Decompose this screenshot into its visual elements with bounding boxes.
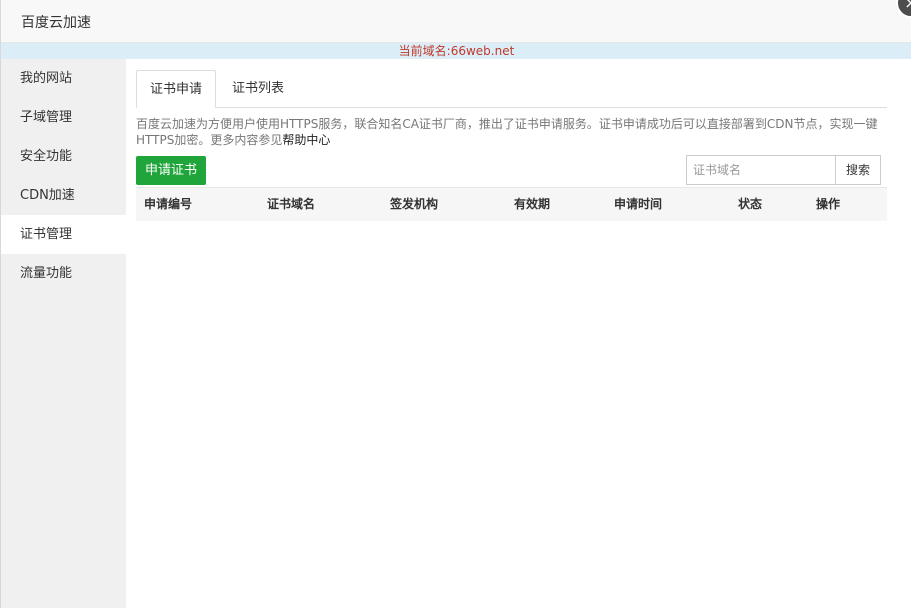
main-content: 证书申请 证书列表 百度云加速为方便用户使用HTTPS服务，联合知名CA证书厂商…	[136, 70, 887, 221]
sidebar-item-certificates[interactable]: 证书管理	[1, 215, 126, 254]
tab-certificate-list[interactable]: 证书列表	[216, 70, 300, 107]
table-header: 申请编号 证书域名 签发机构 有效期 申请时间 状态 操作	[136, 187, 887, 221]
sidebar-item-label: 证书管理	[20, 227, 73, 242]
description-text: 百度云加速为方便用户使用HTTPS服务，联合知名CA证书厂商，推出了证书申请服务…	[136, 116, 887, 148]
sidebar-item-label: 子域管理	[20, 110, 73, 125]
column-header-validity: 有效期	[514, 197, 551, 211]
sidebar-item-cdn[interactable]: CDN加速	[1, 176, 126, 215]
window-title: 百度云加速	[21, 15, 91, 31]
sidebar-item-label: 安全功能	[20, 149, 73, 164]
tab-bar: 证书申请 证书列表	[136, 70, 887, 108]
sidebar-item-label: 我的网站	[20, 71, 73, 86]
sidebar-item-label: 流量功能	[20, 266, 73, 281]
tab-certificate-apply[interactable]: 证书申请	[136, 70, 216, 108]
sidebar-item-label: CDN加速	[20, 188, 75, 203]
sidebar-item-security[interactable]: 安全功能	[1, 137, 126, 176]
apply-certificate-button[interactable]: 申请证书	[136, 156, 206, 185]
title-bar: 百度云加速	[1, 0, 911, 43]
column-header-certificate-domain: 证书域名	[267, 197, 316, 211]
certificate-domain-search-input[interactable]	[686, 155, 836, 185]
current-domain-text: 当前域名:66web.net	[398, 44, 515, 58]
sidebar: 我的网站 子域管理 安全功能 CDN加速 证书管理 流量功能	[1, 59, 126, 608]
column-header-application-id: 申请编号	[144, 197, 193, 211]
sidebar-item-traffic[interactable]: 流量功能	[1, 254, 126, 293]
sidebar-item-my-sites[interactable]: 我的网站	[1, 59, 126, 98]
sidebar-item-subdomains[interactable]: 子域管理	[1, 98, 126, 137]
current-domain-bar: 当前域名:66web.net	[1, 43, 911, 59]
search-button[interactable]: 搜索	[835, 155, 881, 185]
column-header-issuer: 签发机构	[390, 197, 439, 211]
help-center-link[interactable]: 帮助中心	[282, 133, 330, 147]
column-header-status: 状态	[738, 197, 763, 211]
dialog-window: 百度云加速 × 当前域名:66web.net 我的网站 子域管理 安全功能 CD…	[0, 0, 911, 608]
column-header-apply-time: 申请时间	[614, 197, 663, 211]
column-header-actions: 操作	[816, 197, 841, 211]
description-body: 百度云加速为方便用户使用HTTPS服务，联合知名CA证书厂商，推出了证书申请服务…	[136, 117, 878, 147]
